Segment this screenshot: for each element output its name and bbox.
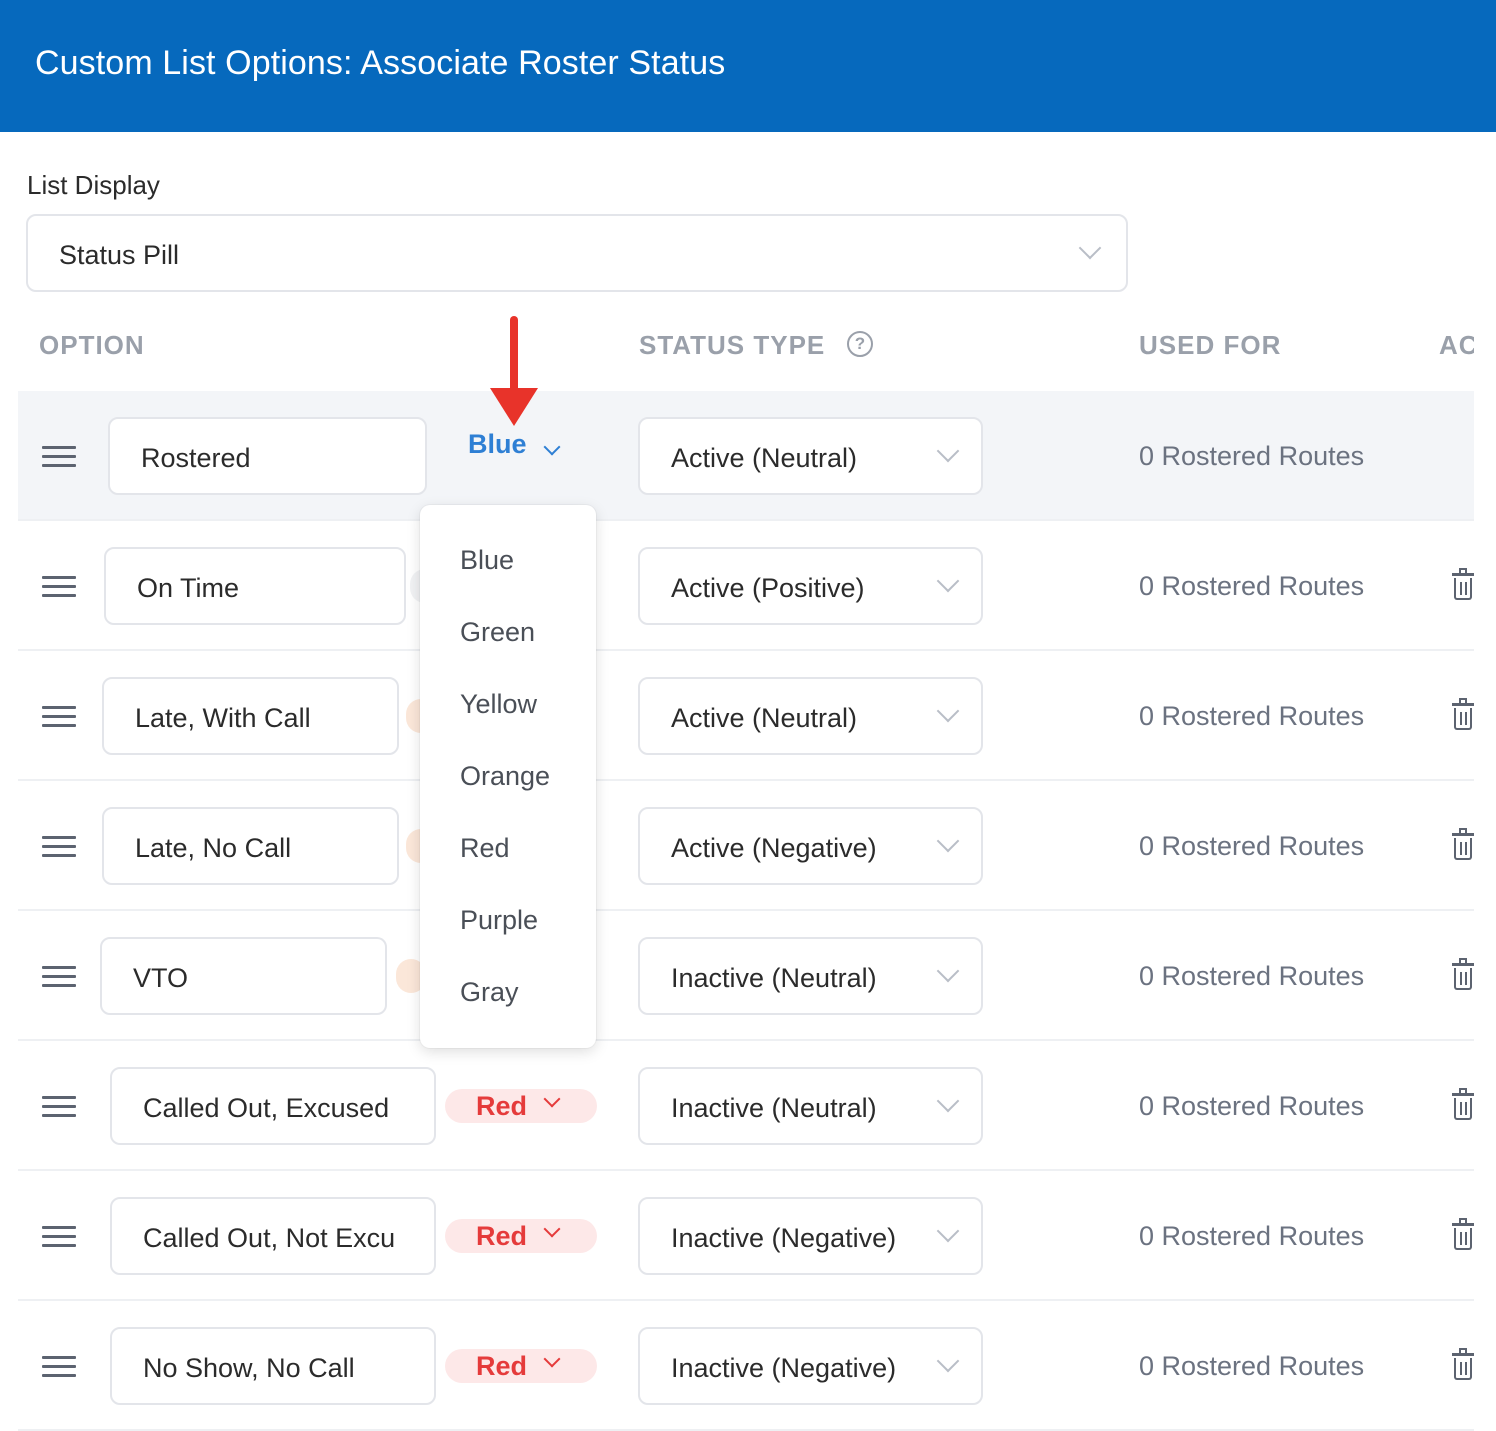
list-display-label: List Display (27, 170, 160, 200)
color-pill-select[interactable]: Blue (468, 429, 561, 460)
chevron-down-icon (936, 1219, 960, 1243)
chevron-down-icon (936, 699, 960, 723)
drag-handle-icon[interactable] (42, 966, 76, 988)
trash-icon[interactable] (1452, 1348, 1474, 1382)
table-row: Called Out, Not Excu Red Inactive (Negat… (18, 1171, 1474, 1301)
color-pill-select[interactable]: Red (445, 1349, 597, 1383)
table-row: Late, With Call Active (Neutral) 0 Roste… (18, 651, 1474, 781)
option-name-input[interactable]: Late, No Call (102, 807, 399, 885)
table-row: Late, No Call Active (Negative) 0 Roster… (18, 781, 1474, 911)
page-title: Custom List Options: Associate Roster St… (35, 44, 726, 82)
chevron-down-icon (936, 959, 960, 983)
chevron-down-icon (1078, 236, 1102, 260)
dropdown-option-orange[interactable]: Orange (460, 761, 550, 792)
option-name-input[interactable]: Called Out, Not Excu (110, 1197, 436, 1275)
chevron-down-icon (936, 1089, 960, 1113)
status-type-select[interactable]: Inactive (Negative) (638, 1327, 983, 1405)
dropdown-option-gray[interactable]: Gray (460, 977, 519, 1008)
drag-handle-icon[interactable] (42, 576, 76, 598)
used-for-text: 0 Rostered Routes (1139, 831, 1365, 861)
chevron-down-icon (543, 1220, 561, 1238)
chevron-down-icon (936, 569, 960, 593)
question-circle-icon[interactable]: ? (847, 331, 873, 357)
chevron-down-icon (543, 1090, 561, 1108)
table-row: On Time Active (Positive) 0 Rostered Rou… (18, 521, 1474, 651)
option-name-input[interactable]: Late, With Call (102, 677, 399, 755)
drag-handle-icon[interactable] (42, 836, 76, 858)
list-display-select[interactable]: Status Pill (26, 214, 1128, 292)
red-arrow-annotation (490, 316, 538, 426)
option-name-input[interactable]: Rostered (108, 417, 427, 495)
column-header-option: OPTION (39, 330, 145, 360)
table-row: Called Out, Excused Red Inactive (Neutra… (18, 1041, 1474, 1171)
table-row: VTO Inactive (Neutral) 0 Rostered Routes (18, 911, 1474, 1041)
used-for-text: 0 Rostered Routes (1139, 1091, 1365, 1121)
status-type-select[interactable]: Active (Positive) (638, 547, 983, 625)
list-display-value: Status Pill (59, 240, 180, 270)
chevron-down-icon (936, 829, 960, 853)
option-name-input[interactable]: On Time (104, 547, 406, 625)
color-pill-select[interactable]: Red (445, 1089, 597, 1123)
status-type-select[interactable]: Active (Negative) (638, 807, 983, 885)
table-row: No Show, No Call Red Inactive (Negative)… (18, 1301, 1474, 1431)
chevron-down-icon (543, 1350, 561, 1368)
dropdown-option-green[interactable]: Green (460, 617, 535, 648)
drag-handle-icon[interactable] (42, 446, 76, 468)
page-header: Custom List Options: Associate Roster St… (0, 0, 1496, 132)
status-type-select[interactable]: Inactive (Neutral) (638, 937, 983, 1015)
chevron-down-icon (936, 1349, 960, 1373)
status-type-select[interactable]: Active (Neutral) (638, 417, 983, 495)
color-dropdown-menu: Blue Green Yellow Orange Red Purple Gray (420, 505, 596, 1048)
used-for-text: 0 Rostered Routes (1139, 1351, 1365, 1381)
used-for-text: 0 Rostered Routes (1139, 441, 1365, 471)
dropdown-option-blue[interactable]: Blue (460, 545, 514, 576)
trash-icon[interactable] (1452, 1218, 1474, 1252)
dropdown-option-red[interactable]: Red (460, 833, 510, 864)
drag-handle-icon[interactable] (42, 1096, 76, 1118)
status-type-select[interactable]: Inactive (Neutral) (638, 1067, 983, 1145)
drag-handle-icon[interactable] (42, 1356, 76, 1378)
drag-handle-icon[interactable] (42, 706, 76, 728)
trash-icon[interactable] (1452, 828, 1474, 862)
chevron-down-icon (543, 438, 561, 456)
chevron-down-icon (936, 439, 960, 463)
trash-icon[interactable] (1452, 698, 1474, 732)
drag-handle-icon[interactable] (42, 1226, 76, 1248)
dropdown-option-yellow[interactable]: Yellow (460, 689, 537, 720)
dropdown-option-purple[interactable]: Purple (460, 905, 538, 936)
option-name-input[interactable]: No Show, No Call (110, 1327, 436, 1405)
column-header-actions: AC (1439, 330, 1479, 360)
status-type-select[interactable]: Inactive (Negative) (638, 1197, 983, 1275)
trash-icon[interactable] (1452, 1088, 1474, 1122)
table-row: Rostered Blue Active (Neutral) 0 Rostere… (18, 391, 1474, 521)
option-name-input[interactable]: Called Out, Excused (110, 1067, 436, 1145)
column-header-status-type: STATUS TYPE (639, 330, 826, 360)
option-name-input[interactable]: VTO (100, 937, 387, 1015)
used-for-text: 0 Rostered Routes (1139, 961, 1365, 991)
used-for-text: 0 Rostered Routes (1139, 701, 1365, 731)
trash-icon[interactable] (1452, 958, 1474, 992)
used-for-text: 0 Rostered Routes (1139, 571, 1365, 601)
status-type-select[interactable]: Active (Neutral) (638, 677, 983, 755)
used-for-text: 0 Rostered Routes (1139, 1221, 1365, 1251)
color-pill-select[interactable]: Red (445, 1219, 597, 1253)
scroll-edge (1474, 132, 1496, 1431)
trash-icon[interactable] (1452, 568, 1474, 602)
column-header-used-for: USED FOR (1139, 330, 1282, 360)
